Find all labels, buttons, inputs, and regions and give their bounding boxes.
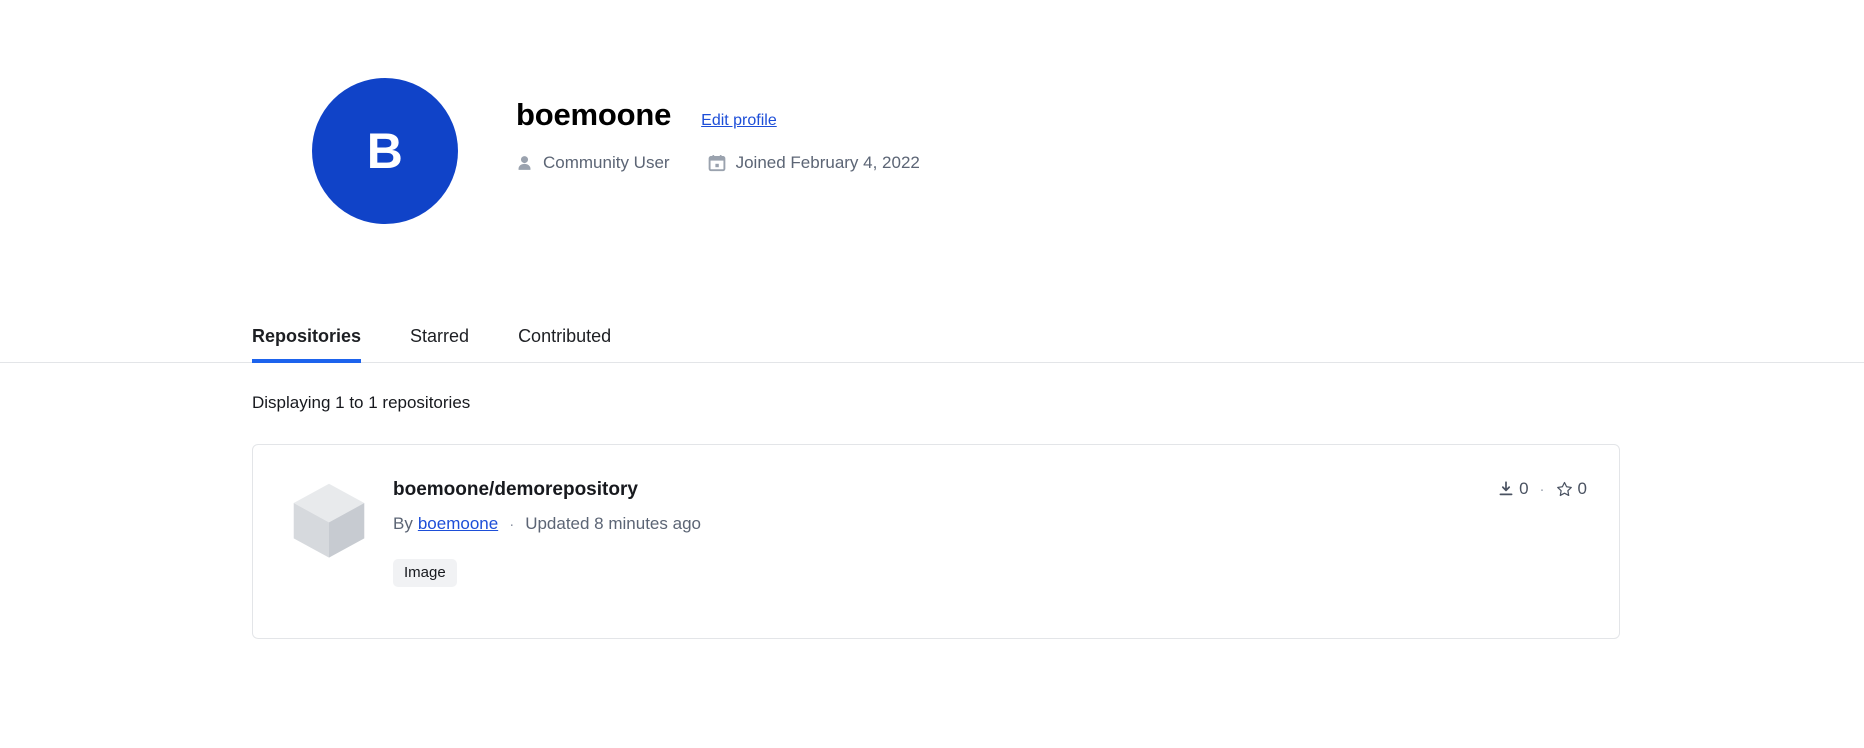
avatar: B <box>312 78 458 224</box>
user-icon <box>516 155 533 172</box>
repository-badges: Image <box>393 559 1589 587</box>
profile-meta-role-label: Community User <box>543 153 670 173</box>
page-title: boemoone <box>516 97 672 132</box>
status-badge: Image <box>393 559 457 587</box>
profile-name-row: boemoone Edit profile <box>516 97 920 132</box>
separator-dot: · <box>509 515 515 533</box>
repository-info: boemoone/demorepository By boemoone · Up… <box>393 471 1589 612</box>
stats-separator-dot: · <box>1539 480 1545 498</box>
profile-info: boemoone Edit profile Community User Joi… <box>516 78 920 173</box>
tab-contributed[interactable]: Contributed <box>518 326 611 362</box>
tab-starred[interactable]: Starred <box>410 326 469 362</box>
profile-meta: Community User Joined February 4, 2022 <box>516 153 920 173</box>
profile-meta-role: Community User <box>516 153 670 173</box>
repository-title-link[interactable]: boemoone/demorepository <box>393 479 638 501</box>
edit-profile-link[interactable]: Edit profile <box>701 112 777 130</box>
tab-repositories[interactable]: Repositories <box>252 326 362 363</box>
star-icon <box>1556 481 1573 498</box>
stars-count: 0 <box>1577 479 1587 498</box>
download-icon <box>1498 481 1514 497</box>
profile-page: B boemoone Edit profile Community User J… <box>0 0 1864 748</box>
profile-tabs-bar: Repositories Starred Contributed <box>0 326 1864 363</box>
profile-header: B boemoone Edit profile Community User J… <box>0 0 1864 224</box>
downloads-count: 0 <box>1519 479 1529 498</box>
stars-stat: 0 <box>1556 479 1587 499</box>
repository-stats: 0 · 0 <box>1498 479 1587 499</box>
profile-meta-joined: Joined February 4, 2022 <box>708 153 920 173</box>
profile-tabs: Repositories Starred Contributed <box>0 326 1864 363</box>
repository-author-link[interactable]: boemoone <box>418 514 498 534</box>
downloads-stat: 0 <box>1498 479 1529 499</box>
calendar-icon <box>708 154 726 172</box>
repository-card[interactable]: boemoone/demorepository By boemoone · Up… <box>252 444 1620 639</box>
results-count: Displaying 1 to 1 repositories <box>252 393 471 412</box>
profile-meta-joined-label: Joined February 4, 2022 <box>735 153 920 173</box>
repository-subtitle: By boemoone · Updated 8 minutes ago <box>393 514 1589 534</box>
repository-by-label: By <box>393 514 413 533</box>
cube-icon <box>287 477 371 561</box>
repository-updated: Updated 8 minutes ago <box>525 514 701 533</box>
avatar-initial: B <box>366 123 404 179</box>
